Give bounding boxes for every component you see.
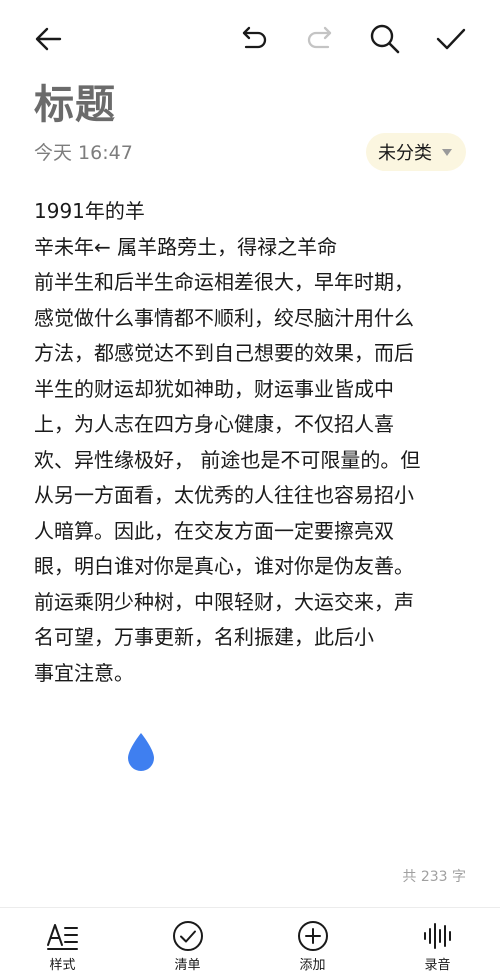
bottom-toolbar: 样式 清单 添加 录音: [0, 907, 500, 977]
arrow-left-icon: [35, 27, 62, 51]
add-button-label: 添加: [299, 958, 326, 973]
text-style-icon: [46, 924, 78, 950]
note-line: 人暗算。因此，在交友方面一定要擦亮双: [34, 518, 394, 543]
note-line: 半生的财运却犹如神助，财运事业皆成中: [34, 376, 394, 401]
record-button-label: 录音: [424, 958, 451, 973]
undo-icon: [242, 26, 267, 49]
note-line: 从另一方面看，太优秀的人往往也容易招小: [34, 483, 414, 507]
note-title[interactable]: 标题: [34, 80, 116, 130]
check-icon: [436, 28, 466, 50]
add-button[interactable]: 添加: [250, 908, 375, 977]
note-line: 辛未年← 属羊路旁土，得禄之羊命: [34, 234, 338, 259]
note-line: 名可望，万事更新，名利振建，此后小: [34, 625, 374, 649]
text-cursor-handle[interactable]: [126, 732, 156, 772]
note-line: 欢、异性缘极好， 前途也是不可限量的。但: [34, 447, 421, 472]
note-line: 1991年的羊: [34, 199, 145, 223]
note-timestamp: 今天 16:47: [34, 142, 133, 164]
note-line: 上，为人志在四方身心健康，不仅招人喜: [34, 412, 394, 436]
checklist-icon: [172, 921, 203, 951]
add-circle-icon: [297, 921, 328, 951]
undo-button[interactable]: [230, 14, 280, 64]
confirm-button[interactable]: [426, 14, 476, 64]
caret-down-icon: [442, 148, 452, 156]
redo-button[interactable]: [294, 14, 344, 64]
note-line: 前半生和后半生命运相差很大，早年时期，: [34, 270, 414, 294]
back-button[interactable]: [24, 14, 74, 64]
record-button[interactable]: 录音: [375, 908, 500, 977]
search-icon: [370, 24, 400, 54]
note-editor-screen: 标题 今天 16:47 未分类 1991年的羊辛未年← 属羊路旁土，得禄之羊命前…: [0, 0, 500, 977]
note-line: 感觉做什么事情都不顺利，绞尽脑汁用什么: [34, 305, 414, 330]
top-toolbar: [0, 0, 500, 76]
note-line: 眼，明白谁对你是真心，谁对你是伪友善。: [34, 554, 414, 578]
category-label: 未分类: [378, 143, 432, 164]
note-line: 方法，都感觉达不到自己想要的效果，而后: [34, 341, 414, 365]
checklist-button[interactable]: 清单: [125, 908, 250, 977]
style-button[interactable]: 样式: [0, 908, 125, 977]
redo-icon: [307, 26, 332, 49]
category-dropdown[interactable]: 未分类: [366, 133, 466, 171]
note-body[interactable]: 1991年的羊辛未年← 属羊路旁土，得禄之羊命前半生和后半生命运相差很大，早年时…: [34, 194, 470, 691]
note-line: 事宜注意。: [34, 660, 134, 685]
word-count: 共 233 字: [402, 869, 466, 885]
audio-wave-icon: [423, 923, 451, 949]
style-button-label: 样式: [49, 958, 76, 973]
checklist-button-label: 清单: [174, 958, 201, 973]
note-line: 前运乘阴少种树，中限轻财，大运交来，声: [34, 589, 414, 614]
search-button[interactable]: [360, 14, 410, 64]
